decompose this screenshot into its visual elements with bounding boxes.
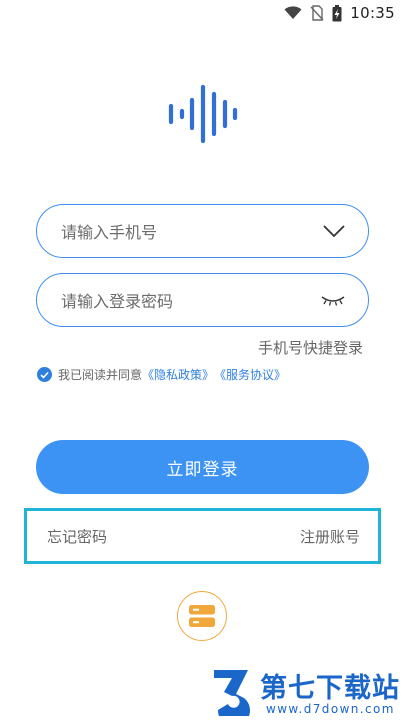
- account-links-box: 忘记密码 注册账号: [24, 508, 381, 564]
- battery-charging-icon: [332, 4, 342, 21]
- checkmark-icon: [40, 371, 49, 379]
- phone-field[interactable]: [36, 204, 369, 259]
- login-screen: 10:35 请输入手机号 手机号快捷登录 我已阅读并同意 《隐私政策》 《服务协…: [0, 0, 405, 720]
- app-logo-soundwave-icon: [168, 84, 238, 144]
- login-button[interactable]: 立即登录: [36, 440, 369, 494]
- service-agreement-link[interactable]: 《服务协议》: [214, 366, 286, 383]
- watermark-brand: 第七下载站: [260, 673, 400, 704]
- watermark-logo-icon: [214, 670, 250, 716]
- eye-closed-icon: [321, 296, 345, 306]
- phone-dropdown-toggle[interactable]: [322, 224, 346, 238]
- status-time: 10:35: [350, 4, 395, 22]
- privacy-policy-link[interactable]: 《隐私政策》: [142, 366, 214, 383]
- password-input[interactable]: [59, 274, 303, 328]
- register-link[interactable]: 注册账号: [300, 526, 360, 547]
- password-visibility-toggle[interactable]: [320, 294, 346, 306]
- password-field[interactable]: [36, 273, 369, 328]
- agreement-text: 我已阅读并同意: [58, 368, 143, 382]
- no-sim-icon: [310, 5, 324, 21]
- wifi-icon: [284, 6, 302, 19]
- status-icons: 10:35: [284, 4, 395, 22]
- quick-login-link[interactable]: 手机号快捷登录: [258, 337, 363, 358]
- chevron-down-icon: [323, 225, 345, 238]
- watermark: 第七下载站 www.d7down.com: [208, 664, 403, 720]
- agreement-row: 我已阅读并同意 《隐私政策》 《服务协议》: [37, 366, 286, 383]
- agreement-checkbox[interactable]: [37, 367, 52, 382]
- phone-input[interactable]: [59, 205, 303, 259]
- forgot-password-link[interactable]: 忘记密码: [47, 526, 107, 547]
- watermark-url: www.d7down.com: [266, 702, 395, 716]
- server-switch-icon: [189, 605, 215, 627]
- switch-login-button[interactable]: [177, 591, 227, 641]
- status-bar: 10:35: [0, 0, 405, 28]
